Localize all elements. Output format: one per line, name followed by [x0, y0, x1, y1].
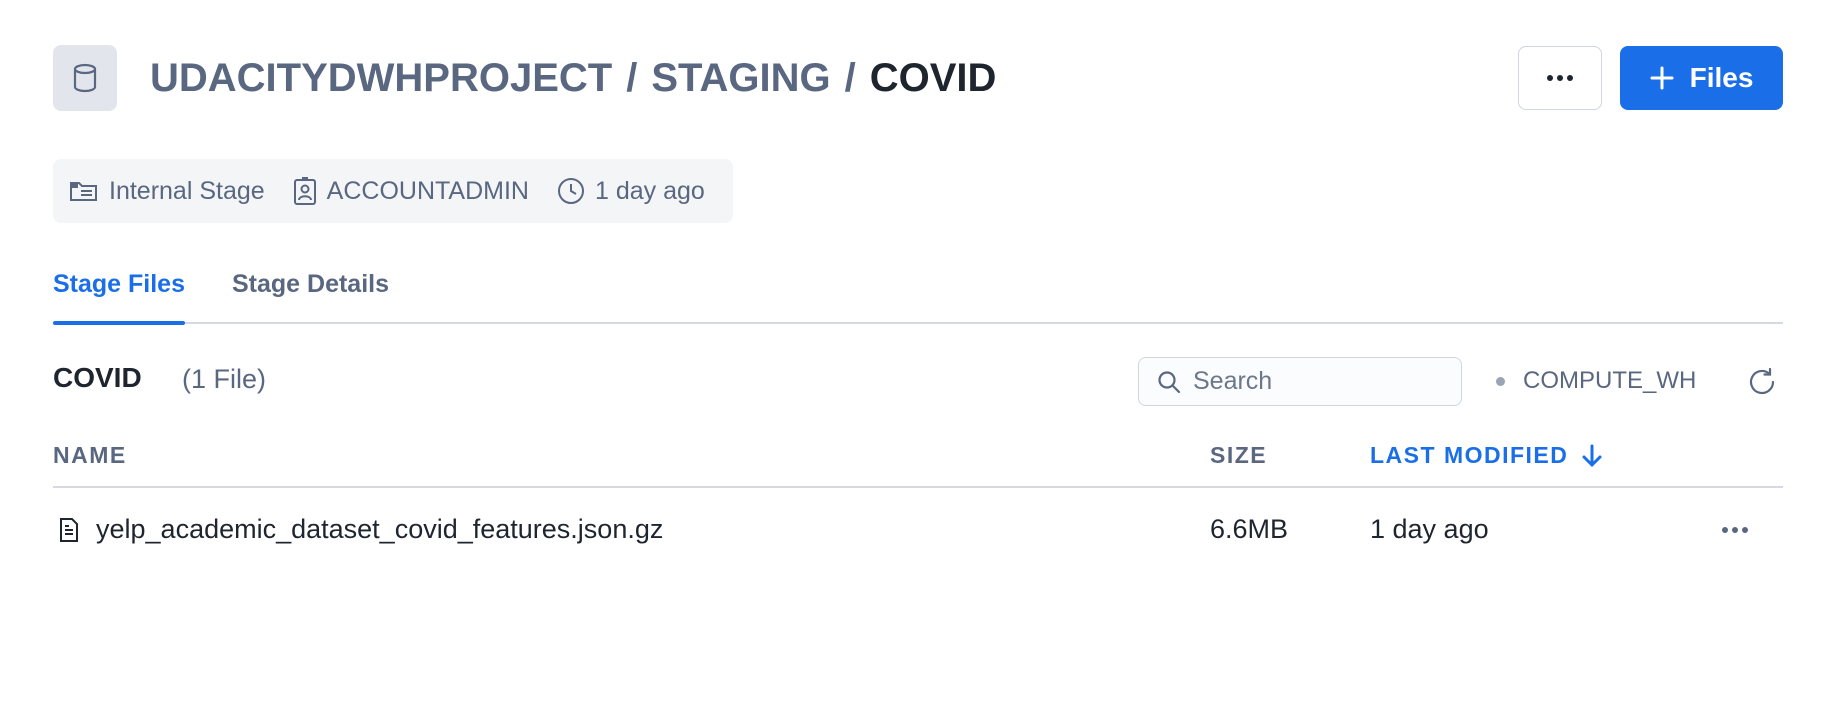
breadcrumb-separator: / [844, 55, 856, 100]
tab-stage-files[interactable]: Stage Files [53, 270, 185, 325]
warehouse-name: COMPUTE_WH [1523, 367, 1697, 394]
refresh-icon [1749, 367, 1775, 395]
file-size: 6.6MB [1210, 514, 1289, 544]
search-icon [1158, 370, 1181, 393]
id-badge-icon [293, 177, 316, 205]
tab-stage-details[interactable]: Stage Details [232, 270, 389, 322]
created-label: 1 day ago [594, 176, 705, 205]
more-horizontal-icon [1722, 527, 1748, 533]
table-header: NAME SIZE LAST MODIFIED [53, 434, 1783, 488]
breadcrumb-schema[interactable]: STAGING [651, 56, 830, 101]
file-name[interactable]: yelp_academic_dataset_covid_features.jso… [96, 514, 663, 545]
refresh-button[interactable] [1745, 365, 1779, 399]
database-icon [53, 45, 117, 111]
stage-meta: Internal Stage ACCOUNTADMIN 1 day ago [53, 159, 733, 223]
column-header-name[interactable]: NAME [53, 442, 127, 469]
section-title: COVID [53, 362, 142, 393]
warehouse-status-dot [1496, 376, 1505, 386]
table-row[interactable]: yelp_academic_dataset_covid_features.jso… [53, 500, 1783, 560]
page-title: COVID [869, 55, 997, 100]
arrow-down-icon [1582, 444, 1602, 466]
column-header-last-modified-label: LAST MODIFIED [1370, 442, 1569, 468]
stage-created: 1 day ago [557, 177, 705, 206]
stage-owner: ACCOUNTADMIN [293, 176, 529, 206]
column-header-size[interactable]: SIZE [1210, 442, 1267, 469]
search-input[interactable] [1193, 367, 1433, 396]
more-actions-button[interactable] [1518, 46, 1602, 110]
file-last-modified: 1 day ago [1370, 514, 1489, 544]
row-actions-button[interactable] [1713, 512, 1757, 548]
file-name-cell: yelp_academic_dataset_covid_features.jso… [58, 514, 663, 545]
owner-role-label: ACCOUNTADMIN [326, 176, 529, 205]
tab-bar: Stage Files Stage Details [53, 262, 1783, 325]
warehouse-selector[interactable]: COMPUTE_WH [1496, 367, 1696, 395]
stage-type-label: Internal Stage [109, 176, 265, 205]
clock-icon [557, 178, 584, 204]
plus-icon [1650, 66, 1674, 90]
stage-type: Internal Stage [69, 177, 265, 206]
file-count: (1 File) [182, 364, 267, 394]
column-header-last-modified[interactable]: LAST MODIFIED [1370, 442, 1602, 469]
more-horizontal-icon [1547, 75, 1573, 81]
search-box [1138, 357, 1462, 406]
breadcrumb: UDACITYDWHPROJECT / STAGING / COVID [150, 52, 996, 104]
folder-stage-icon [70, 182, 97, 201]
breadcrumb-separator: / [626, 55, 638, 100]
breadcrumb-database[interactable]: UDACITYDWHPROJECT [150, 56, 612, 101]
add-files-button[interactable]: Files [1620, 46, 1783, 110]
file-icon [60, 517, 78, 542]
add-files-label: Files [1689, 62, 1754, 93]
stage-files-page: UDACITYDWHPROJECT / STAGING / COVID File… [0, 0, 1826, 706]
